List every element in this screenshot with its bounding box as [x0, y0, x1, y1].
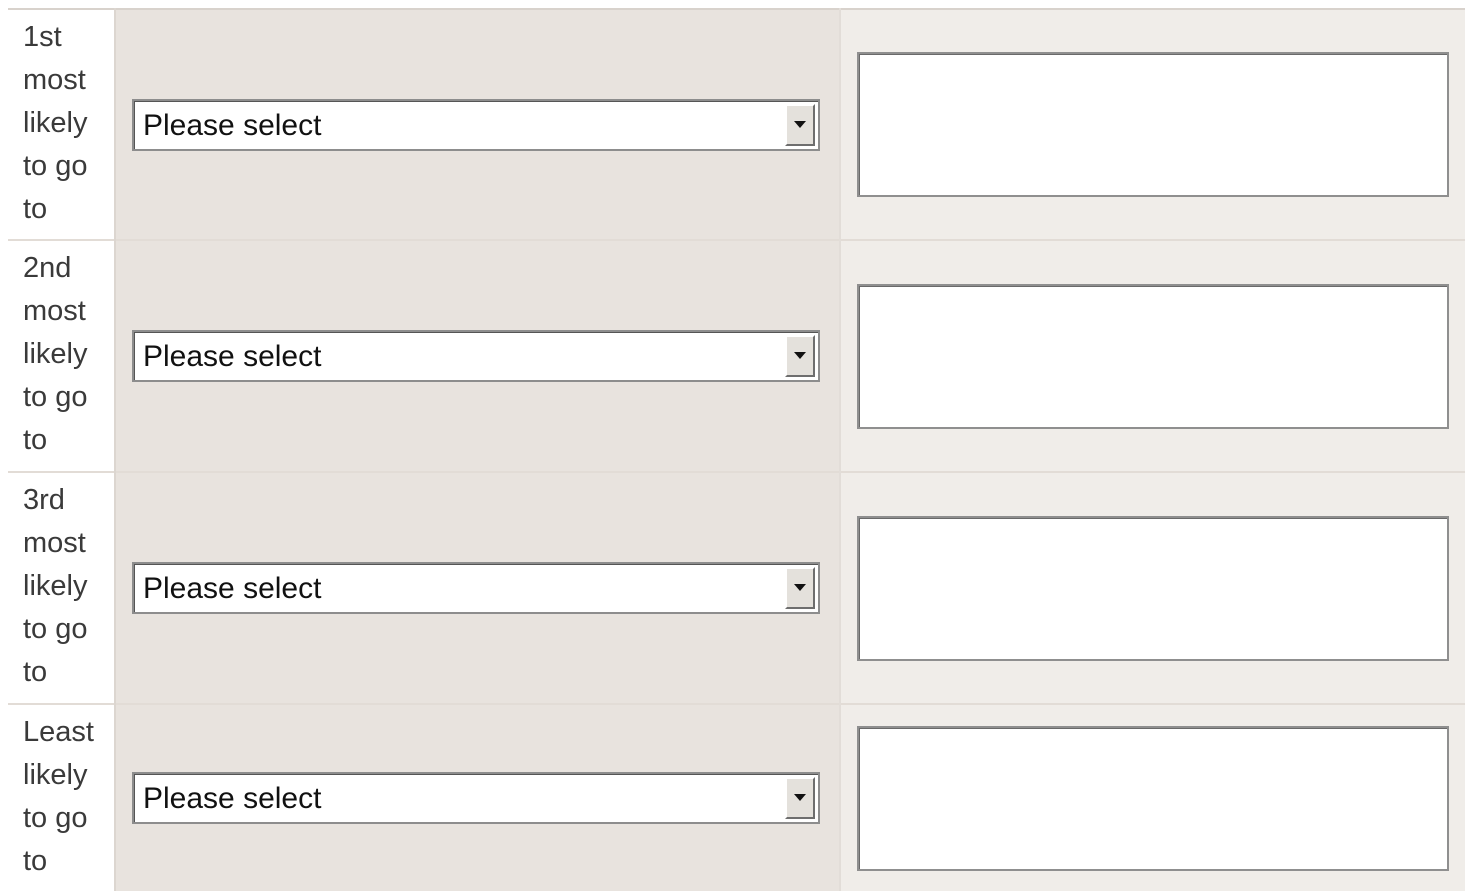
rank-1-comment-field[interactable]	[857, 52, 1449, 197]
select-cell: Please select	[114, 240, 841, 472]
rank-3-comment-field[interactable]	[857, 515, 1449, 661]
rank-2-comment-field[interactable]	[857, 283, 1449, 429]
select-cell: Please select	[114, 9, 841, 240]
text-cell	[840, 472, 1465, 704]
chevron-down-icon[interactable]	[785, 567, 815, 609]
rank-label: 3rd most likely to go to	[8, 472, 115, 704]
rank-1-select[interactable]: Please select	[132, 98, 820, 151]
rank-row-2: 2nd most likely to go to Please select	[8, 240, 1465, 472]
rank-label: 1st most likely to go to	[8, 9, 115, 240]
text-cell	[840, 704, 1465, 891]
rank-label: Least likely to go to	[8, 704, 115, 891]
select-value: Please select	[143, 340, 322, 373]
select-value: Please select	[143, 572, 322, 605]
chevron-down-icon[interactable]	[785, 777, 815, 819]
select-value: Please select	[143, 108, 322, 142]
rank-label: 2nd most likely to go to	[8, 240, 115, 472]
rank-3-select[interactable]: Please select	[132, 562, 820, 614]
select-cell: Please select	[114, 704, 841, 891]
chevron-down-icon[interactable]	[785, 103, 815, 146]
rank-row-4: Least likely to go to Please select	[8, 704, 1465, 891]
text-cell	[840, 9, 1465, 240]
rank-4-select[interactable]: Please select	[132, 772, 820, 824]
top-divider	[0, 0, 1465, 8]
rank-row-1: 1st most likely to go to Please select	[8, 9, 1465, 240]
rank-4-comment-field[interactable]	[857, 725, 1449, 871]
rank-row-3: 3rd most likely to go to Please select	[8, 472, 1465, 704]
text-cell	[840, 240, 1465, 472]
chevron-down-icon[interactable]	[785, 335, 815, 377]
ranking-table: 1st most likely to go to Please select 2…	[8, 8, 1465, 891]
select-cell: Please select	[114, 472, 841, 704]
rank-2-select[interactable]: Please select	[132, 330, 820, 382]
select-value: Please select	[143, 782, 322, 815]
